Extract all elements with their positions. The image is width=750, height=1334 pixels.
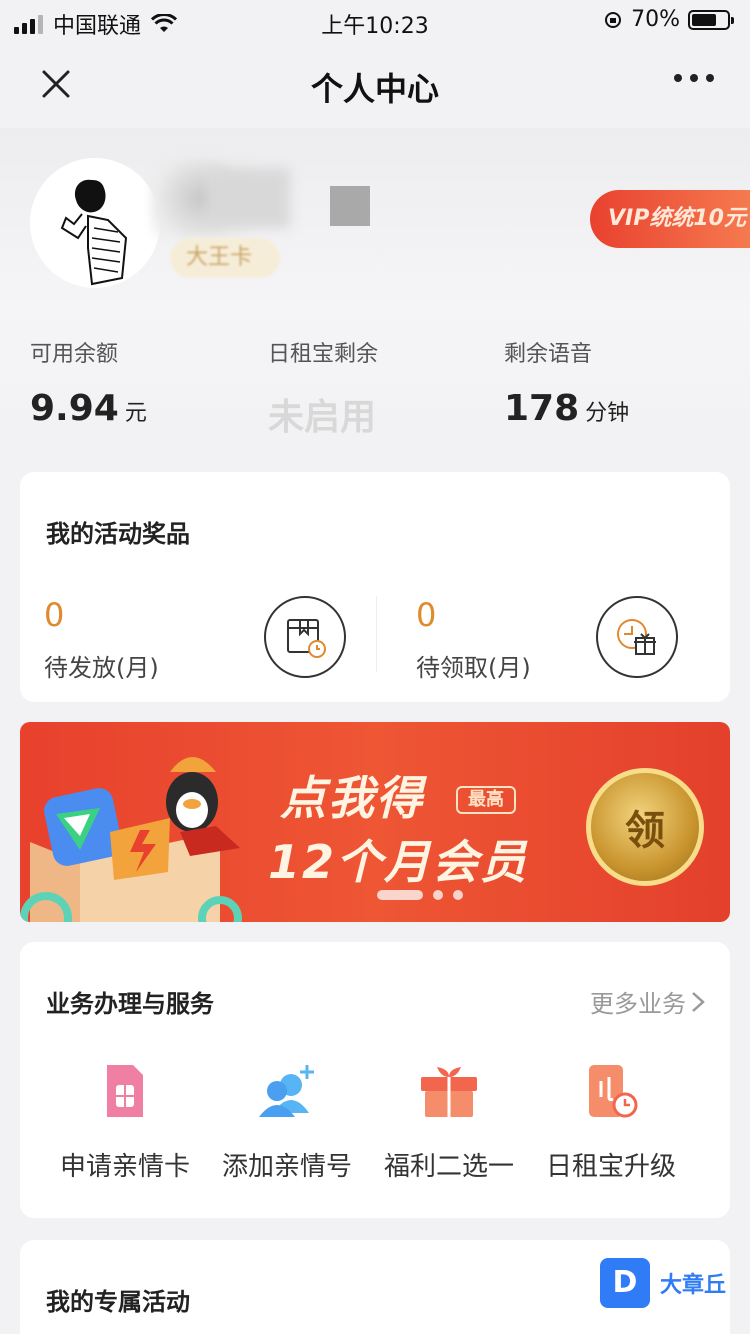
prize-pending-issue[interactable]: 0 待发放(月) bbox=[44, 596, 159, 683]
add-contact-icon bbox=[252, 1056, 322, 1126]
section-title: 我的活动奖品 bbox=[46, 520, 190, 548]
stat-balance[interactable]: 可用余额 9.94 元 bbox=[30, 336, 147, 429]
watermark: D 大章丘 bbox=[600, 1258, 726, 1308]
service-family-card[interactable]: 申请亲情卡 bbox=[40, 1056, 210, 1183]
service-daily-pass-upgrade[interactable]: 日租宝升级 bbox=[526, 1056, 696, 1183]
banner-subheadline: 12个月会员 bbox=[268, 835, 529, 889]
blurred-nickname bbox=[210, 168, 290, 228]
page-title: 个人中心 bbox=[310, 70, 439, 108]
carousel-indicator[interactable] bbox=[20, 890, 730, 900]
package-clock-icon[interactable] bbox=[264, 596, 346, 678]
clock-gift-icon[interactable] bbox=[596, 596, 678, 678]
service-label: 日租宝升级 bbox=[545, 1152, 676, 1182]
services-card: 业务办理与服务 更多业务 申请亲情卡 添加亲情号 福利二选一 日租宝升级 bbox=[20, 942, 730, 1218]
carousel-dot[interactable] bbox=[433, 890, 443, 900]
blurred-nickname bbox=[330, 186, 370, 226]
battery-percent: 70% bbox=[631, 7, 680, 32]
more-menu-icon[interactable] bbox=[674, 74, 714, 82]
promo-banner[interactable]: 点我得 最高 12个月会员 领 bbox=[20, 722, 730, 922]
prizes-card: 我的活动奖品 0 待发放(月) 0 待领取(月) bbox=[20, 472, 730, 702]
status-bar: 中国联通 上午10:23 70% bbox=[0, 0, 750, 44]
stat-value: 178 分钟 bbox=[504, 388, 630, 429]
rotation-lock-icon bbox=[605, 11, 622, 28]
carousel-dot[interactable] bbox=[377, 890, 423, 900]
stat-label: 剩余语音 bbox=[504, 342, 593, 367]
chevron-right-icon bbox=[692, 991, 705, 1012]
prize-pending-claim[interactable]: 0 待领取(月) bbox=[416, 596, 531, 683]
sim-card-icon bbox=[90, 1056, 160, 1126]
prize-count: 0 bbox=[44, 596, 65, 634]
service-benefit-choice[interactable]: 福利二选一 bbox=[364, 1056, 534, 1183]
claim-button[interactable]: 领 bbox=[586, 768, 704, 886]
nav-bar: 个人中心 bbox=[0, 44, 750, 128]
section-title: 业务办理与服务 bbox=[46, 990, 214, 1018]
avatar-illustration bbox=[60, 179, 128, 286]
member-badge: 大王卡 bbox=[170, 238, 280, 278]
stat-value: 未启用 bbox=[268, 397, 377, 438]
watermark-text: 大章丘 bbox=[660, 1273, 727, 1298]
prize-count: 0 bbox=[416, 596, 437, 634]
phone-clock-icon bbox=[576, 1056, 646, 1126]
section-title: 我的专属活动 bbox=[46, 1288, 190, 1316]
gift-box-icon bbox=[414, 1056, 484, 1126]
battery-icon bbox=[688, 9, 734, 30]
banner-headline: 点我得 bbox=[280, 771, 424, 825]
claim-button-label: 领 bbox=[625, 808, 665, 854]
vip-tag-button[interactable]: VIP统统10元 bbox=[590, 190, 750, 248]
more-services-label: 更多业务 bbox=[590, 990, 686, 1018]
more-services-link[interactable]: 更多业务 bbox=[590, 984, 706, 1019]
stat-label: 可用余额 bbox=[30, 342, 119, 367]
banner-badge: 最高 bbox=[456, 786, 516, 814]
stat-label: 日租宝剩余 bbox=[268, 342, 379, 367]
service-label: 福利二选一 bbox=[383, 1152, 514, 1182]
profile-header: 大王卡 VIP统统10元 可用余额 9.94 元 日租宝剩余 未启用 剩余语音 1… bbox=[0, 128, 750, 438]
watermark-logo: D bbox=[600, 1258, 650, 1308]
stat-voice[interactable]: 剩余语音 178 分钟 bbox=[504, 336, 629, 429]
service-label: 申请亲情卡 bbox=[59, 1152, 190, 1182]
service-add-family-number[interactable]: 添加亲情号 bbox=[202, 1056, 372, 1183]
avatar[interactable] bbox=[30, 158, 160, 288]
prize-label: 待发放(月) bbox=[44, 654, 159, 682]
carousel-dot[interactable] bbox=[453, 890, 463, 900]
stat-daily-pass[interactable]: 日租宝剩余 未启用 bbox=[268, 336, 378, 440]
prize-label: 待领取(月) bbox=[416, 654, 531, 682]
divider bbox=[376, 596, 377, 672]
service-label: 添加亲情号 bbox=[221, 1152, 352, 1182]
stat-value: 9.94 元 bbox=[30, 388, 147, 429]
